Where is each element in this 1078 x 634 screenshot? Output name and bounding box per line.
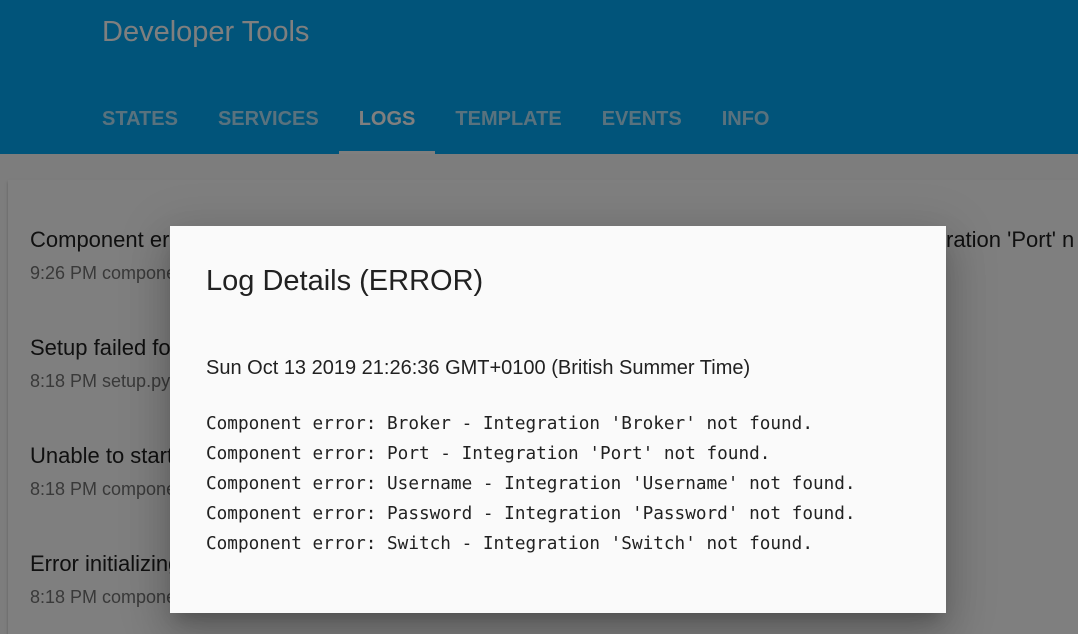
- log-line: Component error: Password - Integration …: [206, 504, 856, 524]
- log-details-dialog: Log Details (ERROR) Sun Oct 13 2019 21:2…: [170, 226, 946, 613]
- log-line: Component error: Switch - Integration 'S…: [206, 534, 813, 554]
- log-line: Component error: Port - Integration 'Por…: [206, 444, 771, 464]
- log-output: Component error: Broker - Integration 'B…: [206, 409, 856, 559]
- dialog-title: Log Details (ERROR): [206, 265, 484, 297]
- log-line: Component error: Broker - Integration 'B…: [206, 414, 813, 434]
- log-line: Component error: Username - Integration …: [206, 474, 856, 494]
- log-timestamp: Sun Oct 13 2019 21:26:36 GMT+0100 (Briti…: [206, 357, 751, 379]
